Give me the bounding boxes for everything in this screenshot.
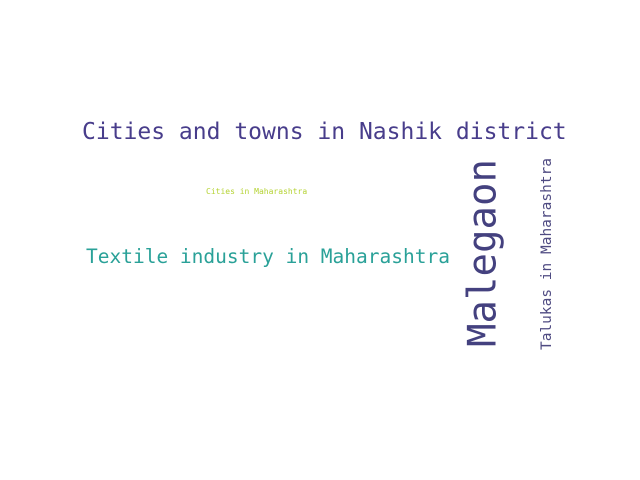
word-cloud: Cities and towns in Nashik district Text… xyxy=(0,0,640,480)
word-talukas-in-maharashtra: Talukas in Maharashtra xyxy=(538,157,555,351)
word-cities-in-maharashtra: Cities in Maharashtra xyxy=(206,187,308,196)
word-malegaon: Malegaon xyxy=(460,159,506,347)
word-textile-industry-in-maharashtra: Textile industry in Maharashtra xyxy=(86,245,450,268)
word-cities-and-towns-in-nashik-district: Cities and towns in Nashik district xyxy=(82,119,567,145)
